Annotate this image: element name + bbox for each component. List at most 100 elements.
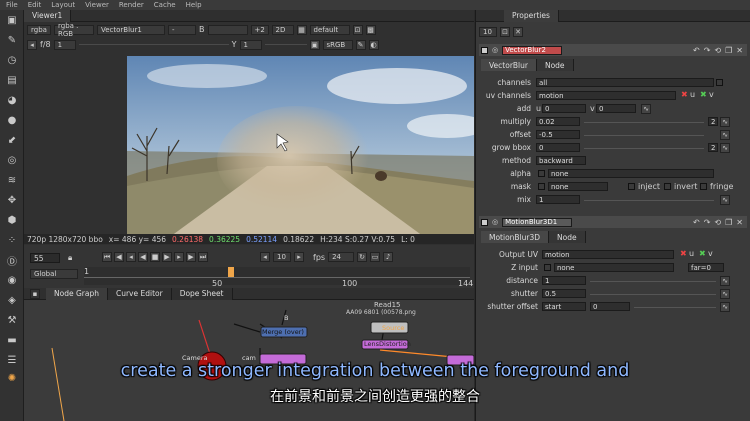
fstop-arrow-icon[interactable]: ◂ [27,39,37,50]
close-icon-2[interactable]: ✕ [736,218,743,227]
3d-icon[interactable]: ⬢ [5,214,19,226]
method-select[interactable]: backward [536,156,586,165]
other-icon[interactable]: ▬ [5,334,19,346]
add-u-field[interactable]: 0 [542,104,586,113]
loop-icon[interactable]: ↻ [357,252,368,262]
channels-checkbox[interactable] [716,79,723,86]
stop-icon[interactable]: ■ [150,252,160,262]
distance-curve-icon[interactable]: ∿ [720,276,730,286]
offset-field[interactable]: -0.5 [536,130,580,139]
tab-viewer1[interactable]: Viewer1 [24,9,72,22]
gamma-slider[interactable] [264,44,307,45]
shutter-offset-field[interactable]: 0 [590,302,630,311]
tab-curve-editor[interactable]: Curve Editor [107,287,172,300]
draw-icon[interactable]: ✎ [5,34,19,46]
channel-icon[interactable]: ▤ [5,74,19,86]
multiply-field[interactable]: 0.02 [536,117,580,126]
menu-help[interactable]: Help [186,1,202,9]
red-channel-icon[interactable]: ✖ [681,90,688,99]
input-b-dropdown[interactable] [207,24,248,35]
channels-dropdown[interactable]: rgba [27,24,51,35]
filter-icon[interactable]: ● [5,114,19,126]
tab-motionblur3d[interactable]: MotionBlur3D [481,231,550,243]
colorspace-dropdown[interactable]: sRGB [322,39,353,50]
grow-curve-icon[interactable]: ∿ [720,143,730,153]
uv-channels-select[interactable]: motion [536,91,676,100]
tab-vectorblur-node[interactable]: Node [536,59,574,71]
gain-slider[interactable] [78,44,229,45]
red-channel-icon-2[interactable]: ✖ [680,249,687,258]
mask-checkbox[interactable] [538,183,545,190]
viewer-image[interactable] [127,56,474,239]
max-panels-field[interactable]: 10 [479,27,497,37]
undo-icon[interactable]: ↶ [693,46,700,55]
revert-icon-2[interactable]: ⟲ [714,218,721,227]
z-input-checkbox[interactable] [544,264,551,271]
prev-frame-icon[interactable]: ◂ [126,252,136,262]
far-select[interactable]: far=0 [688,263,724,272]
mask-icon[interactable]: ◐ [368,39,379,50]
shutter-field[interactable]: 0.5 [542,289,586,298]
metadata-icon[interactable]: ◈ [5,294,19,306]
time-icon[interactable]: ◷ [5,54,19,66]
green-channel-icon-2[interactable]: ✖ [699,249,706,258]
fringe-checkbox[interactable] [700,183,707,190]
multiply-slider[interactable] [584,122,704,123]
mask-select[interactable]: none [548,182,608,191]
menu-edit[interactable]: Edit [28,1,42,9]
roi-icon[interactable]: ▦ [296,24,307,35]
vectorblur-header[interactable]: ◎ VectorBlur2 ↶ ↷ ⟲ ❐ ✕ [479,44,747,56]
play-back-icon[interactable]: ◀ [138,252,148,262]
lock-icon[interactable]: ⊡ [352,24,363,35]
range-mode-dropdown[interactable]: Global [30,269,78,279]
shutter-offset-curve-icon[interactable]: ∿ [720,302,730,312]
undo-icon-2[interactable]: ↶ [693,218,700,227]
node-name-field-2[interactable]: MotionBlur3D1 [502,217,573,227]
redo-icon[interactable]: ↷ [704,46,711,55]
flipbook-icon[interactable]: ▭ [370,252,381,262]
zoom-dropdown[interactable]: +2 [250,24,269,35]
offset-slider[interactable] [584,135,704,136]
add-v-field[interactable]: 0 [596,104,636,113]
menu-render[interactable]: Render [119,1,144,9]
views-icon[interactable]: ◉ [5,274,19,286]
menu-viewer[interactable]: Viewer [85,1,109,9]
lock-range-icon[interactable]: 🔒︎ [68,253,78,263]
float-icon-2[interactable]: ❐ [725,218,732,227]
channels-select[interactable]: all [536,78,714,87]
tab-vectorblur[interactable]: VectorBlur [481,59,537,71]
read-node-label[interactable]: Read15 [374,301,401,309]
merge-node-label[interactable]: Merge (over) [262,328,304,336]
paint-icon[interactable]: ✎ [355,39,366,50]
collapse-toggle[interactable] [481,46,488,54]
alpha-select[interactable]: none [548,169,714,178]
view-mode-dropdown[interactable]: 2D [271,24,294,35]
float-icon[interactable]: ❐ [725,46,732,55]
tab-dope-sheet[interactable]: Dope Sheet [171,287,233,300]
input-a-dropdown[interactable]: VectorBlur1 [97,24,165,35]
collapse-toggle-2[interactable] [481,218,488,226]
close-icon[interactable]: ✕ [736,46,743,55]
lens-node-label[interactable]: LensDistortion [364,340,411,348]
clip-icon[interactable]: ▣ [309,39,320,50]
multiply-curve-icon[interactable]: ∿ [720,117,730,127]
shutter-curve-icon[interactable]: ∿ [720,289,730,299]
particles-icon[interactable]: ⁘ [5,234,19,246]
last-frame-icon[interactable]: ⏭ [198,252,208,262]
lock-panels-icon[interactable]: ⊡ [500,27,510,37]
shutter-offset-select[interactable]: start [542,302,586,311]
node-color-icon-2[interactable]: ◎ [492,218,498,226]
tab-properties[interactable]: Properties [504,9,559,22]
clear-panels-icon[interactable]: ✕ [513,27,523,37]
prev-key-icon[interactable]: ◀ [114,252,124,262]
node-color-icon[interactable]: ◎ [492,46,498,54]
grid-icon[interactable]: ▩ [365,24,376,35]
invert-checkbox[interactable] [664,183,671,190]
alpha-checkbox[interactable] [538,170,545,177]
revert-icon[interactable]: ⟲ [714,46,721,55]
motionblur-header[interactable]: ◎ MotionBlur3D1 ↶ ↷ ⟲ ❐ ✕ [479,216,747,228]
step-back-icon[interactable]: ◂ [260,252,270,262]
audio-icon[interactable]: ♪ [383,252,394,262]
mix-curve-icon[interactable]: ∿ [720,195,730,205]
step-field[interactable]: 10 [273,252,291,262]
